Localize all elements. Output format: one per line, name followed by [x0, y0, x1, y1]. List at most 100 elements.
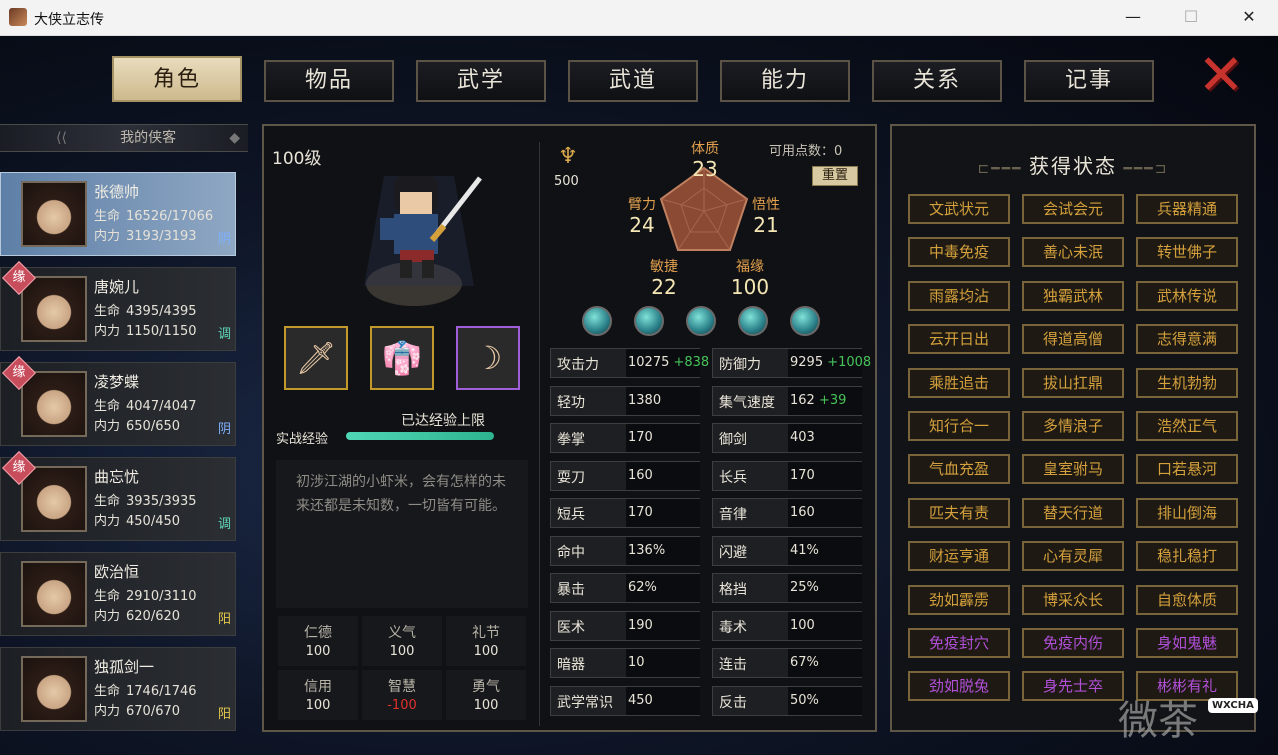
status-badge[interactable]: 气血充盈 [908, 454, 1010, 485]
stat-row: 长兵 170 [712, 460, 862, 491]
status-badge[interactable]: 志得意满 [1136, 324, 1238, 355]
tab-3[interactable]: 武道 [568, 60, 698, 102]
hp-value: 4047/4047 [126, 399, 197, 414]
status-badge[interactable]: 替天行道 [1022, 497, 1124, 528]
stat-row: 命中 136% [550, 535, 700, 566]
status-badge[interactable]: 独霸武林 [1022, 280, 1124, 311]
tab-6[interactable]: 记事 [1024, 60, 1154, 102]
status-badge[interactable]: 乘胜追击 [908, 367, 1010, 398]
status-badge[interactable]: 身如鬼魅 [1136, 628, 1238, 658]
status-badge[interactable]: 劲如霹雳 [908, 584, 1010, 615]
character-card[interactable]: 缘曲忘忧 生命 3935/3935 内力 450/450 调 [0, 451, 236, 541]
status-badge[interactable]: 免疫内伤 [1022, 628, 1124, 658]
status-badge[interactable]: 财运亨通 [908, 541, 1010, 572]
stat-row: 音律 160 [712, 498, 862, 528]
status-badge[interactable]: 善心未泯 [1022, 237, 1124, 268]
attribute-name: 悟性 [752, 197, 780, 213]
status-badge[interactable]: 匹夫有责 [908, 497, 1010, 528]
status-badge[interactable]: 多情浪子 [1022, 411, 1124, 441]
attribute-value: 24 [629, 213, 655, 237]
status-badge[interactable]: 浩然正气 [1136, 411, 1238, 441]
stat-value: 62% [628, 580, 657, 595]
tab-5[interactable]: 关系 [872, 60, 1002, 102]
status-badge[interactable]: 云开日出 [908, 324, 1010, 355]
virtue-name: 仁德 [304, 625, 332, 641]
virtue-cell: 义气 100 [362, 616, 442, 666]
stat-name: 命中 [557, 544, 585, 561]
status-badge[interactable]: 排山倒海 [1136, 497, 1238, 528]
status-badge[interactable]: 心有灵犀 [1022, 541, 1124, 572]
status-badge[interactable]: 知行合一 [908, 411, 1010, 441]
stat-value-box: 190 [626, 611, 700, 640]
status-badge[interactable]: 稳扎稳打 [1136, 541, 1238, 572]
meridian-orb-icon[interactable] [686, 306, 716, 336]
meridian-orb-icon[interactable] [738, 306, 768, 336]
attribute: 体质 23 [675, 138, 735, 180]
character-card[interactable]: 独孤剑一 生命 1746/1746 内力 670/670 阳 [0, 647, 236, 731]
window-close-button[interactable]: ✕ [1220, 0, 1278, 34]
stat-value: 170 [628, 430, 653, 445]
stat-value-box: 41% [788, 536, 862, 565]
equipment-slot[interactable]: 👘 [370, 326, 434, 390]
maximize-button[interactable]: ☐ [1162, 0, 1220, 34]
attribute-name: 体质 [691, 141, 719, 157]
stat-name: 长兵 [719, 469, 747, 486]
stat-row: 轻功 1380 [550, 385, 700, 416]
status-badge[interactable]: 转世佛子 [1136, 237, 1238, 268]
status-badge[interactable]: 武林传说 [1136, 280, 1238, 311]
status-badge[interactable]: 口若悬河 [1136, 454, 1238, 485]
equipment-slot[interactable]: 🗡 [284, 326, 348, 390]
tab-2[interactable]: 武学 [416, 60, 546, 102]
character-card[interactable]: 缘凌梦蝶 生命 4047/4047 内力 650/650 阴 [0, 356, 236, 446]
status-badge[interactable]: 劲如脱兔 [908, 671, 1010, 702]
tab-4[interactable]: 能力 [720, 60, 850, 102]
meridian-orb-icon[interactable] [790, 306, 820, 336]
character-card[interactable]: 张德帅 生命 16526/17066 内力 3193/3193 阴 [0, 172, 236, 256]
stat-value-box: 160 [788, 499, 862, 527]
stat-row: 格挡 25% [712, 573, 862, 603]
character-card[interactable]: 缘唐婉儿 生命 4395/4395 内力 1150/1150 调 [0, 261, 236, 351]
status-badge[interactable]: 身先士卒 [1022, 671, 1124, 702]
tab-1[interactable]: 物品 [264, 60, 394, 102]
reset-button[interactable]: 重置 [812, 166, 858, 186]
attribute-name: 敏捷 [650, 259, 678, 275]
mp-label: 内力 [94, 514, 121, 529]
stat-value-box: 403 [788, 424, 862, 452]
stat-bonus: +1008 [823, 355, 872, 370]
status-badge[interactable]: 生机勃勃 [1136, 367, 1238, 398]
status-badge[interactable]: 皇室驸马 [1022, 454, 1124, 485]
stat-value-box: 9295 +1008 [788, 349, 871, 377]
chevron-right-icon[interactable]: ◆ [229, 125, 240, 151]
status-badge[interactable]: 博采众长 [1022, 584, 1124, 615]
virtue-cell: 仁德 100 [278, 616, 358, 666]
virtue-value: 100 [305, 698, 331, 713]
status-badge[interactable]: 雨露均沾 [908, 280, 1010, 311]
chevron-left-icon[interactable]: ⟨⟨ [56, 125, 67, 151]
status-badge[interactable]: 兵器精通 [1136, 194, 1238, 224]
title-bar: 大侠立志传 — ☐ ✕ [0, 0, 1278, 36]
attribute: 敏捷 22 [634, 256, 694, 298]
character-card[interactable]: 欧治恒 生命 2910/3110 内力 620/620 阳 [0, 552, 236, 636]
stat-row: 防御力 9295 +1008 [712, 348, 871, 378]
status-badge[interactable]: 会试会元 [1022, 194, 1124, 224]
character-name: 凌梦蝶 [94, 373, 140, 391]
stat-name: 暗器 [557, 657, 585, 673]
tab-0[interactable]: 角色 [112, 56, 242, 102]
status-badge[interactable]: 自愈体质 [1136, 584, 1238, 615]
minimize-button[interactable]: — [1104, 0, 1162, 34]
status-badge[interactable]: 拔山扛鼎 [1022, 367, 1124, 398]
stat-name: 连击 [719, 657, 747, 673]
mp-value: 620/620 [126, 609, 181, 624]
meridian-orb-icon[interactable] [582, 306, 612, 336]
status-badge[interactable]: 免疫封穴 [908, 628, 1010, 658]
stat-row: 御剑 403 [712, 423, 862, 453]
status-badge[interactable]: 得道高僧 [1022, 324, 1124, 355]
equipment-slot[interactable]: ☽ [456, 326, 520, 390]
status-badge[interactable]: 文武状元 [908, 194, 1010, 224]
meridian-orb-icon[interactable] [634, 306, 664, 336]
virtue-name: 礼节 [472, 625, 500, 641]
stat-name: 轻功 [557, 394, 585, 411]
watermark-badge: WXCHA [1208, 698, 1258, 713]
status-badge[interactable]: 中毒免疫 [908, 237, 1010, 268]
close-panel-icon[interactable]: ✕ [1192, 48, 1250, 106]
